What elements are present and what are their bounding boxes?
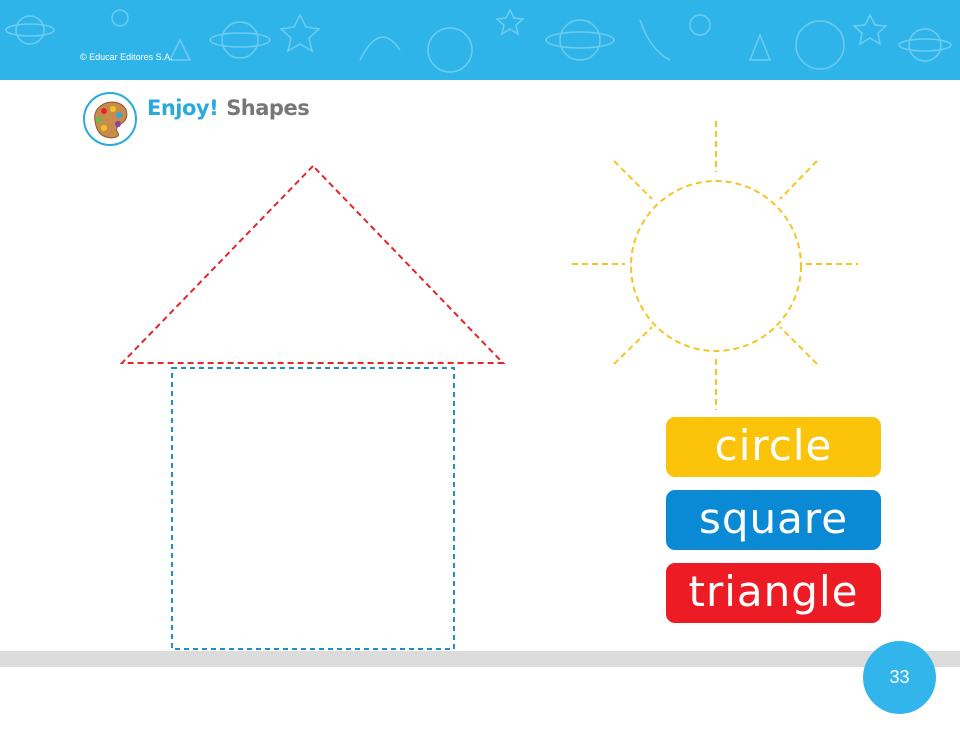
label-square[interactable]: square [666,490,881,550]
label-triangle[interactable]: triangle [666,563,881,623]
sun-rays [572,121,858,410]
house-square-outline[interactable] [171,367,455,650]
sun-circle-outline[interactable] [630,180,802,352]
page-number: 33 [863,641,936,714]
tracing-drawing [119,121,858,650]
footer-band [0,651,960,667]
label-circle[interactable]: circle [666,417,881,477]
roof-triangle-outline[interactable] [119,164,506,364]
